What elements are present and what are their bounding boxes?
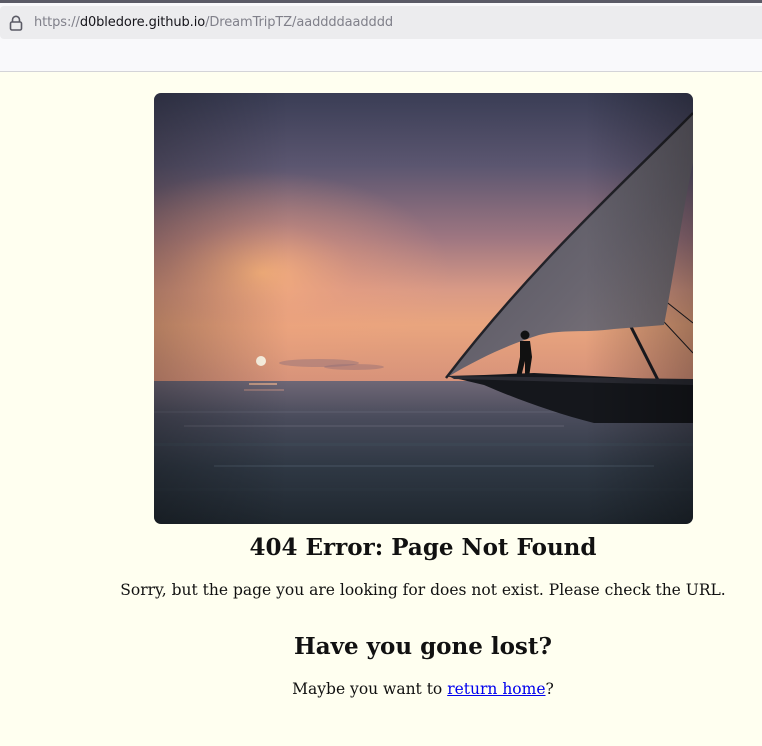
suggest-suffix: ? <box>545 680 554 698</box>
browser-toolbar: https://d0bledore.github.io/DreamTripTZ/… <box>0 0 762 72</box>
return-home-link[interactable]: return home <box>447 680 545 698</box>
lost-heading: Have you gone lost? <box>294 633 552 660</box>
url-path: /DreamTripTZ/aaddddaadddd <box>205 15 394 30</box>
url-text[interactable]: https://d0bledore.github.io/DreamTripTZ/… <box>34 14 393 31</box>
url-host: d0bledore.github.io <box>79 15 206 30</box>
return-home-suggestion: Maybe you want to return home? <box>0 678 762 700</box>
lock-icon[interactable] <box>9 15 23 31</box>
page-title: 404 Error: Page Not Found <box>249 534 597 561</box>
tab-strip-edge <box>0 0 762 3</box>
hero-image <box>154 93 693 524</box>
error-message: Sorry, but the page you are looking for … <box>120 581 726 599</box>
url-scheme: https:// <box>34 15 80 30</box>
suggest-prefix: Maybe you want to <box>292 680 448 698</box>
address-bar[interactable]: https://d0bledore.github.io/DreamTripTZ/… <box>0 6 762 39</box>
